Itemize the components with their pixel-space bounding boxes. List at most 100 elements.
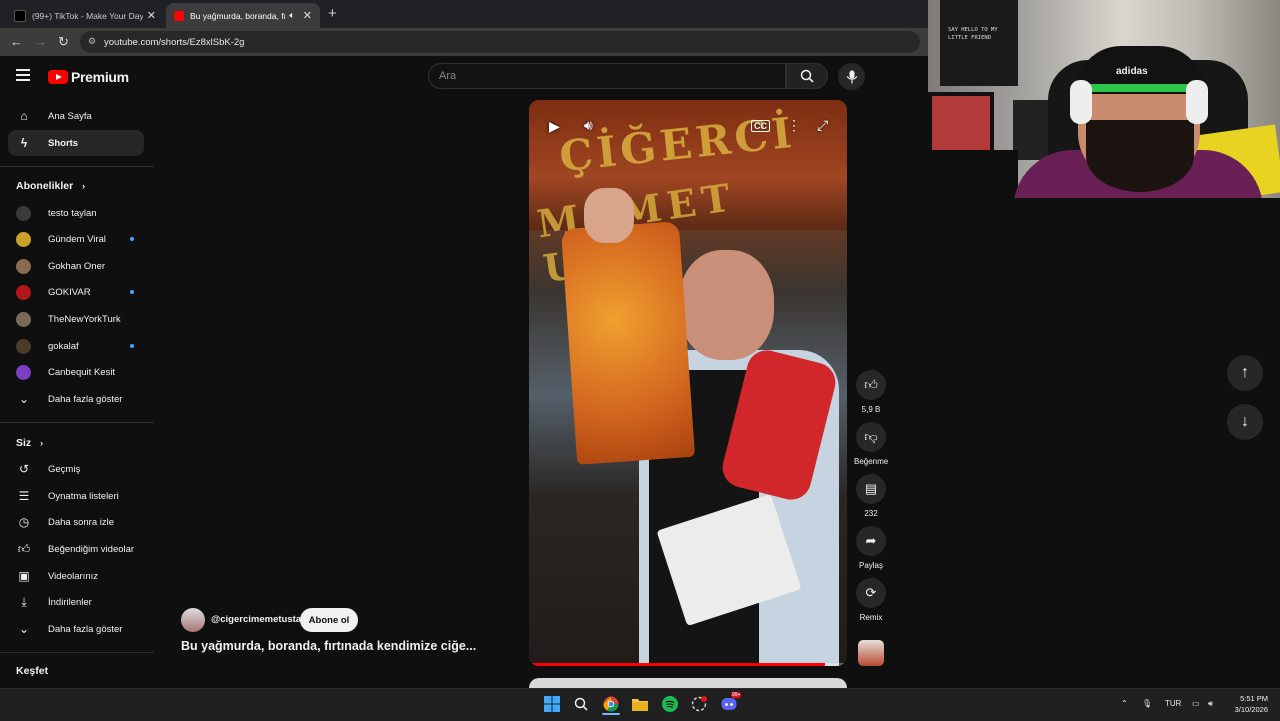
microphone-icon[interactable]: 🎙︎: [1142, 699, 1152, 708]
discord-icon[interactable]: 99+: [720, 692, 742, 713]
sidebar-item-subscription[interactable]: TheNewYorkTurk: [8, 306, 144, 332]
share-label: Paylaş: [858, 561, 883, 570]
browser-tab-bar: (99+) TikTok - Make Your Day ✕ Bu yağmur…: [0, 0, 928, 28]
sidebar-item-playlists[interactable]: ☰ Oynatma listeleri: [8, 483, 144, 509]
sidebar-item-home[interactable]: ⌂ Ana Sayfa: [8, 103, 144, 129]
search-placeholder: Ara: [439, 70, 457, 82]
next-short-button[interactable]: ↓: [1227, 404, 1263, 440]
video-progress-bar[interactable]: [529, 663, 847, 666]
thumbs-down-icon[interactable]: 👎︎: [856, 422, 886, 452]
chevron-down-icon: ⌄: [18, 622, 30, 636]
sidebar-item-liked-videos[interactable]: 👍︎ Beğendiğim videolar: [8, 536, 144, 562]
search-button[interactable]: [786, 63, 828, 89]
tab-tiktok[interactable]: (99+) TikTok - Make Your Day ✕: [6, 3, 164, 28]
sidebar-item-history[interactable]: ↺ Geçmiş: [8, 456, 144, 482]
youtube-favicon-icon: [174, 10, 184, 21]
remix-icon[interactable]: ⟳: [856, 578, 886, 608]
share-icon[interactable]: ➦: [856, 526, 886, 556]
sidebar-item-subscription[interactable]: GOKIVAR: [8, 279, 144, 305]
sidebar-item-label: Canbequit Kesit: [48, 366, 116, 378]
youtube-logo[interactable]: Premium: [48, 69, 129, 85]
home-icon: ⌂: [20, 109, 28, 123]
shorts-video-player[interactable]: ÇİĞERCİ MEMET USTA ▶ 🔊︎ CC ⋮ ⤢: [529, 100, 847, 666]
forward-icon[interactable]: →: [34, 34, 47, 49]
chevron-right-icon: ›: [40, 438, 44, 448]
more-options-icon[interactable]: ⋮: [787, 117, 801, 134]
app-icon[interactable]: [690, 695, 708, 713]
fullscreen-icon[interactable]: ⤢: [817, 117, 828, 134]
close-tab-icon[interactable]: ✕: [147, 9, 156, 22]
comments-action[interactable]: ▤ 232: [854, 474, 888, 518]
windows-start-icon[interactable]: [543, 695, 561, 713]
divider: [0, 652, 154, 653]
sidebar-item-downloads[interactable]: ⤓ İndirilenler: [8, 589, 144, 615]
tab-youtube[interactable]: Bu yağmurda, boranda, fırtı 🔈︎ ✕: [166, 3, 320, 28]
sidebar-item-subscription[interactable]: Gokhan Oner: [8, 253, 144, 279]
site-info-icon[interactable]: ⚙︎: [88, 36, 96, 47]
cap-logo: adidas: [1116, 66, 1148, 77]
speaker-icon[interactable]: 🔈︎: [289, 10, 294, 21]
voice-search-button[interactable]: [838, 63, 865, 90]
new-content-dot: [130, 290, 134, 294]
language-indicator[interactable]: TUR: [1165, 699, 1181, 708]
you-heading[interactable]: Siz ›: [16, 437, 43, 449]
share-action[interactable]: ➦ Paylaş: [854, 526, 888, 570]
channel-avatar[interactable]: [181, 608, 205, 632]
search-input[interactable]: Ara: [428, 63, 786, 89]
sidebar-item-label: Daha fazla göster: [48, 623, 123, 635]
captions-icon[interactable]: CC: [751, 120, 770, 132]
arrow-down-icon: ↓: [1241, 413, 1249, 430]
comment-icon[interactable]: ▤: [856, 474, 886, 504]
address-bar-row: ← → ↻ ⚙︎ youtube.com/shorts/Ez8xlSbK-2g: [0, 28, 928, 56]
remix-label: Remix: [859, 613, 883, 622]
like-action[interactable]: 👍︎ 5,9 B: [854, 370, 888, 414]
file-explorer-icon[interactable]: [631, 695, 649, 713]
subscriptions-heading[interactable]: Abonelikler ›: [16, 180, 85, 192]
sidebar-item-subscription[interactable]: gokalaf: [8, 333, 144, 359]
clock-icon: ◷: [18, 515, 30, 529]
history-icon: ↺: [18, 462, 30, 476]
audio-source-thumbnail[interactable]: [858, 640, 884, 666]
sidebar-item-label: Gündem Viral: [48, 233, 106, 245]
reload-icon[interactable]: ↻: [58, 34, 69, 50]
arrow-up-icon: ↑: [1241, 364, 1249, 381]
network-icon[interactable]: ▭: [1192, 699, 1200, 708]
sidebar-item-subscription[interactable]: Canbequit Kesit: [8, 359, 144, 385]
tiktok-icon: [14, 9, 26, 22]
close-tab-icon[interactable]: ✕: [303, 9, 312, 22]
url-field[interactable]: ⚙︎ youtube.com/shorts/Ez8xlSbK-2g: [80, 31, 920, 53]
short-title[interactable]: Bu yağmurda, boranda, fırtınada kendimiz…: [181, 639, 501, 653]
play-icon[interactable]: ▶: [549, 118, 560, 135]
search-icon[interactable]: [572, 695, 590, 713]
back-icon[interactable]: ←: [10, 34, 23, 49]
speaker-icon[interactable]: 🔊︎: [1208, 699, 1213, 709]
sidebar-item-label: Geçmiş: [48, 463, 81, 475]
sidebar-item-subscription[interactable]: testo taylan: [8, 200, 144, 226]
discord-badge: 99+: [731, 692, 742, 698]
new-content-dot: [130, 237, 134, 241]
sidebar-item-your-videos[interactable]: ▣ Videolarınız: [8, 563, 144, 589]
wall-frame: [928, 92, 994, 158]
previous-short-button[interactable]: ↑: [1227, 355, 1263, 391]
subscribe-button[interactable]: Abone ol: [300, 608, 358, 632]
remix-action[interactable]: ⟳ Remix: [854, 578, 888, 622]
dislike-label: Beğenme: [854, 457, 889, 466]
menu-icon[interactable]: [16, 69, 30, 84]
shorts-icon: ϟ: [20, 136, 28, 150]
volume-icon[interactable]: 🔊︎: [584, 117, 593, 134]
new-tab-button[interactable]: +: [328, 5, 337, 22]
sidebar-item-label: Videolarınız: [48, 570, 98, 582]
spotify-icon[interactable]: [661, 695, 679, 713]
sidebar-item-shorts[interactable]: ϟ Shorts: [8, 130, 144, 156]
sidebar-item-subscription[interactable]: Gündem Viral: [8, 226, 144, 252]
show-more-subscriptions[interactable]: ⌄ Daha fazla göster: [8, 386, 144, 412]
sidebar-item-watch-later[interactable]: ◷ Daha sonra izle: [8, 509, 144, 535]
video-scene-hand: [584, 188, 634, 243]
system-clock[interactable]: 5:51 PM 3/10/2026: [1228, 693, 1268, 715]
thumbs-up-icon[interactable]: 👍︎: [856, 370, 886, 400]
channel-name[interactable]: @cigercimemetusta: [211, 614, 301, 625]
chrome-icon[interactable]: [602, 695, 620, 715]
dislike-action[interactable]: 👎︎ Beğenme: [854, 422, 888, 466]
show-more-you[interactable]: ⌄ Daha fazla göster: [8, 616, 144, 642]
chevron-up-icon[interactable]: ⌃: [1121, 699, 1128, 708]
